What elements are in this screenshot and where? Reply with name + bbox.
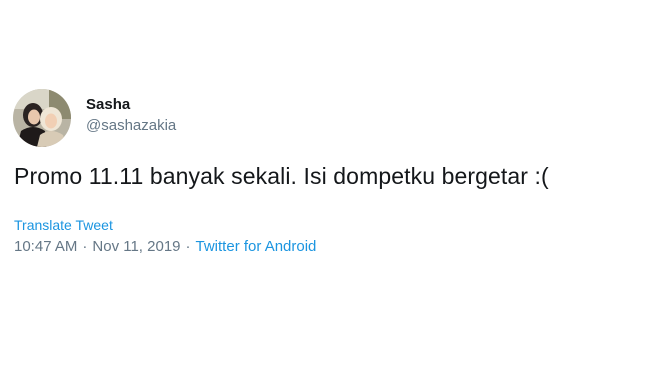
avatar-photo-icon (13, 89, 71, 147)
meta-separator: · (185, 238, 191, 255)
author-handle[interactable]: @sashazakia (86, 117, 176, 134)
author-name[interactable]: Sasha (86, 96, 130, 113)
tweet-meta: 10:47 AM · Nov 11, 2019 · Twitter for Androi… (14, 238, 316, 255)
tweet-source-link[interactable]: Twitter for Android (196, 238, 317, 255)
tweet-date[interactable]: Nov 11, 2019 (92, 238, 180, 255)
tweet-card: Sasha @sashazakia Promo 11.11 banyak sek… (0, 0, 653, 366)
meta-separator: · (82, 238, 88, 255)
tweet-time[interactable]: 10:47 AM (14, 238, 77, 255)
avatar[interactable] (13, 89, 71, 147)
tweet-text: Promo 11.11 banyak sekali. Isi dompetku … (14, 163, 549, 189)
translate-tweet-link[interactable]: Translate Tweet (14, 217, 113, 233)
